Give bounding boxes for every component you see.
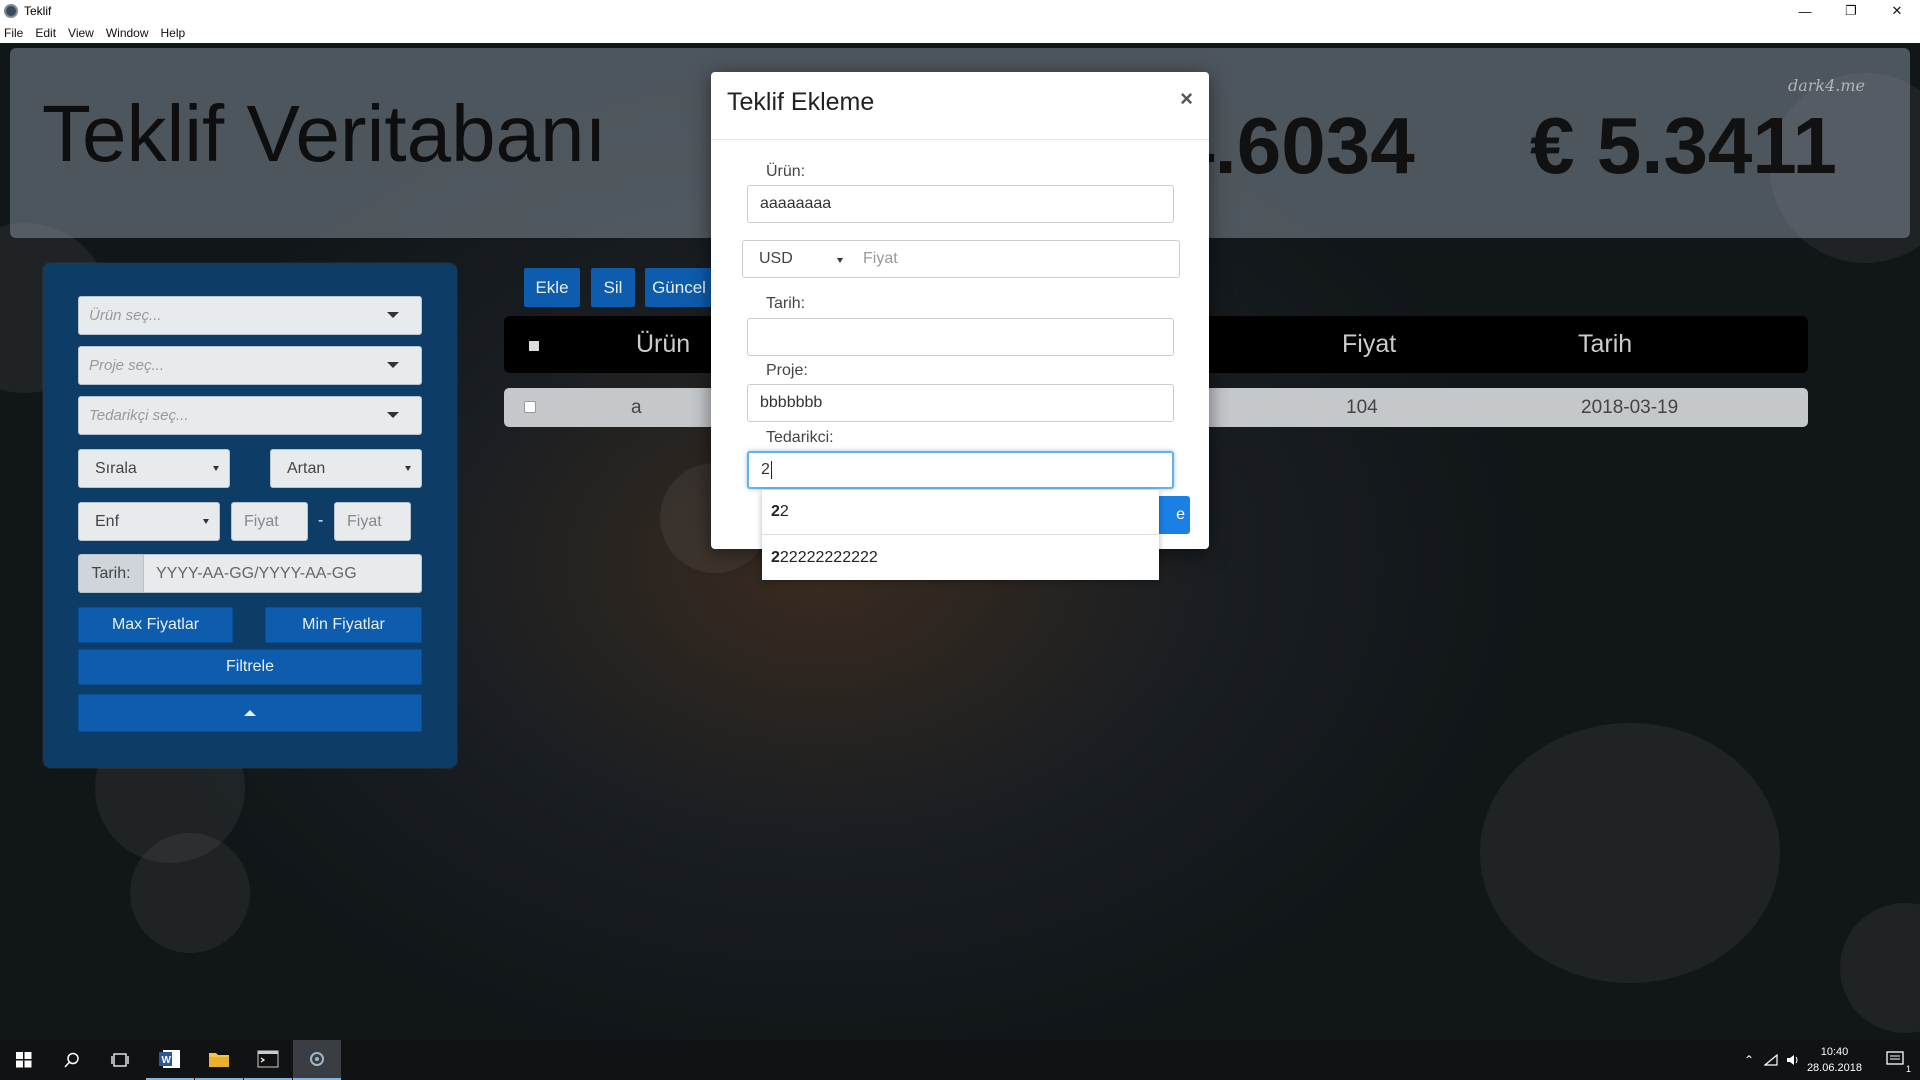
min-prices-button[interactable]: Min Fiyatlar xyxy=(265,607,422,643)
filter-sidebar: Ürün seç... Proje seç... Tedarikçi seç..… xyxy=(43,263,457,768)
window-title: Teklif xyxy=(24,4,52,18)
terminal-icon[interactable] xyxy=(244,1040,292,1080)
currency-select-value: USD xyxy=(759,250,793,267)
extreme-select[interactable]: Enf xyxy=(78,502,220,541)
cell-product: a xyxy=(631,397,642,418)
column-price: Fiyat xyxy=(1342,330,1397,358)
sort-select-value: Sırala xyxy=(95,459,137,477)
menu-file[interactable]: File xyxy=(4,26,23,40)
network-icon[interactable] xyxy=(1764,1054,1778,1066)
menu-window[interactable]: Window xyxy=(106,26,149,40)
volume-icon[interactable] xyxy=(1786,1054,1800,1066)
notification-icon[interactable]: 1 xyxy=(1872,1040,1920,1080)
caret-down-icon xyxy=(837,258,843,263)
add-offer-modal: Teklif Ekleme × Ürün: aaaaaaaa USD Fiyat… xyxy=(711,72,1209,549)
svg-text:W: W xyxy=(162,1055,172,1066)
project-select[interactable]: Proje seç... xyxy=(78,346,422,385)
caret-down-icon xyxy=(213,466,219,471)
modal-header: Teklif Ekleme × xyxy=(711,72,1209,140)
autocomplete-rest: 2 xyxy=(779,503,789,520)
search-icon[interactable] xyxy=(48,1040,96,1080)
clock-time: 10:40 xyxy=(1820,1046,1849,1058)
text-cursor xyxy=(770,461,772,479)
caret-down-icon xyxy=(387,412,399,418)
price-min-input[interactable]: Fiyat xyxy=(231,502,308,541)
menu-view[interactable]: View xyxy=(68,26,94,40)
supplier-input[interactable]: 2 xyxy=(747,451,1174,489)
start-windows-icon[interactable] xyxy=(0,1040,48,1080)
page-title: Teklif Veritabanı xyxy=(42,89,607,178)
sort-select[interactable]: Sırala xyxy=(78,449,230,488)
price-range-dash: - xyxy=(318,512,324,529)
supplier-autocomplete: 22 2 22222222222 xyxy=(762,490,1159,580)
caret-down-icon xyxy=(203,519,209,524)
window-titlebar: Teklif — ❐ ✕ xyxy=(0,0,1920,22)
column-product: Ürün xyxy=(636,330,691,358)
watermark: dark4.me xyxy=(1787,76,1865,95)
supplier-input-value: 2 xyxy=(761,461,770,478)
product-select[interactable]: Ürün seç... xyxy=(78,296,422,335)
row-checkbox[interactable] xyxy=(524,401,536,413)
system-tray: ⌃ xyxy=(1744,1040,1800,1080)
order-select[interactable]: Artan xyxy=(270,449,422,488)
file-explorer-icon[interactable] xyxy=(195,1040,243,1080)
max-prices-button[interactable]: Max Fiyatlar xyxy=(78,607,233,643)
date-range-label: Tarih: xyxy=(79,555,144,592)
eur-rate: € 5.3411 xyxy=(1530,101,1837,190)
menu-help[interactable]: Help xyxy=(161,26,186,40)
menu-bar: File Edit View Window Help xyxy=(0,22,1920,43)
collapse-button[interactable] xyxy=(78,694,422,732)
autocomplete-option[interactable]: 2 22222222222 xyxy=(762,535,1159,580)
project-select-placeholder: Proje seç... xyxy=(89,357,165,374)
date-label: Tarih: xyxy=(766,295,806,312)
menu-edit[interactable]: Edit xyxy=(35,26,56,40)
caret-down-icon xyxy=(405,466,411,471)
update-button[interactable]: Güncel xyxy=(645,268,713,307)
supplier-select-placeholder: Tedarikçi seç... xyxy=(89,407,189,424)
cell-price: 104 xyxy=(1346,397,1378,418)
product-select-placeholder: Ürün seç... xyxy=(89,307,162,324)
notification-count: 1 xyxy=(1905,1064,1911,1074)
product-label: Ürün: xyxy=(766,163,806,180)
project-label: Proje: xyxy=(766,362,808,379)
autocomplete-option[interactable]: 22 xyxy=(762,490,1159,535)
caret-down-icon xyxy=(387,312,399,318)
order-select-value: Artan xyxy=(287,459,326,477)
maximize-button[interactable]: ❐ xyxy=(1828,0,1874,22)
price-max-input[interactable]: Fiyat xyxy=(334,502,411,541)
filter-button[interactable]: Filtrele xyxy=(78,649,422,685)
app-icon xyxy=(4,4,18,18)
currency-select[interactable]: USD xyxy=(742,240,852,278)
modal-close-icon[interactable]: × xyxy=(1180,86,1193,112)
task-view-icon[interactable] xyxy=(96,1040,144,1080)
chevron-up-icon[interactable]: ⌃ xyxy=(1744,1053,1754,1067)
date-range-input[interactable]: YYYY-AA-GG/YYYY-AA-GG xyxy=(144,555,421,592)
project-input[interactable]: bbbbbbb xyxy=(747,384,1174,422)
clock-date: 28.06.2018 xyxy=(1806,1062,1862,1074)
date-range-group: Tarih: YYYY-AA-GG/YYYY-AA-GG xyxy=(78,554,422,593)
autocomplete-rest: 22222222222 xyxy=(779,548,878,566)
autocomplete-match: 2 xyxy=(771,503,780,520)
close-button[interactable]: ✕ xyxy=(1874,0,1920,22)
date-input[interactable] xyxy=(747,318,1174,356)
column-date: Tarih xyxy=(1578,330,1633,358)
minimize-button[interactable]: — xyxy=(1782,0,1828,22)
add-button[interactable]: Ekle xyxy=(524,268,580,307)
caret-up-icon xyxy=(244,710,256,716)
price-input[interactable]: Fiyat xyxy=(851,240,1180,278)
teklif-app-icon[interactable] xyxy=(293,1040,341,1080)
taskbar-clock[interactable]: 10:40 28.06.2018 xyxy=(1807,1044,1862,1076)
caret-down-icon xyxy=(387,362,399,368)
extreme-select-value: Enf xyxy=(95,512,120,530)
cell-date: 2018-03-19 xyxy=(1581,397,1679,418)
autocomplete-match: 2 xyxy=(771,548,780,566)
taskbar: W ⌃ 10:40 28.06.2018 1 xyxy=(0,1040,1920,1080)
product-input[interactable]: aaaaaaaa xyxy=(747,185,1174,223)
supplier-select[interactable]: Tedarikçi seç... xyxy=(78,396,422,435)
select-all-checkbox[interactable] xyxy=(529,341,539,351)
modal-title: Teklif Ekleme xyxy=(727,88,875,116)
word-app-icon[interactable]: W xyxy=(146,1040,194,1080)
delete-button[interactable]: Sil xyxy=(591,268,635,307)
supplier-label: Tedarikci: xyxy=(766,429,834,446)
